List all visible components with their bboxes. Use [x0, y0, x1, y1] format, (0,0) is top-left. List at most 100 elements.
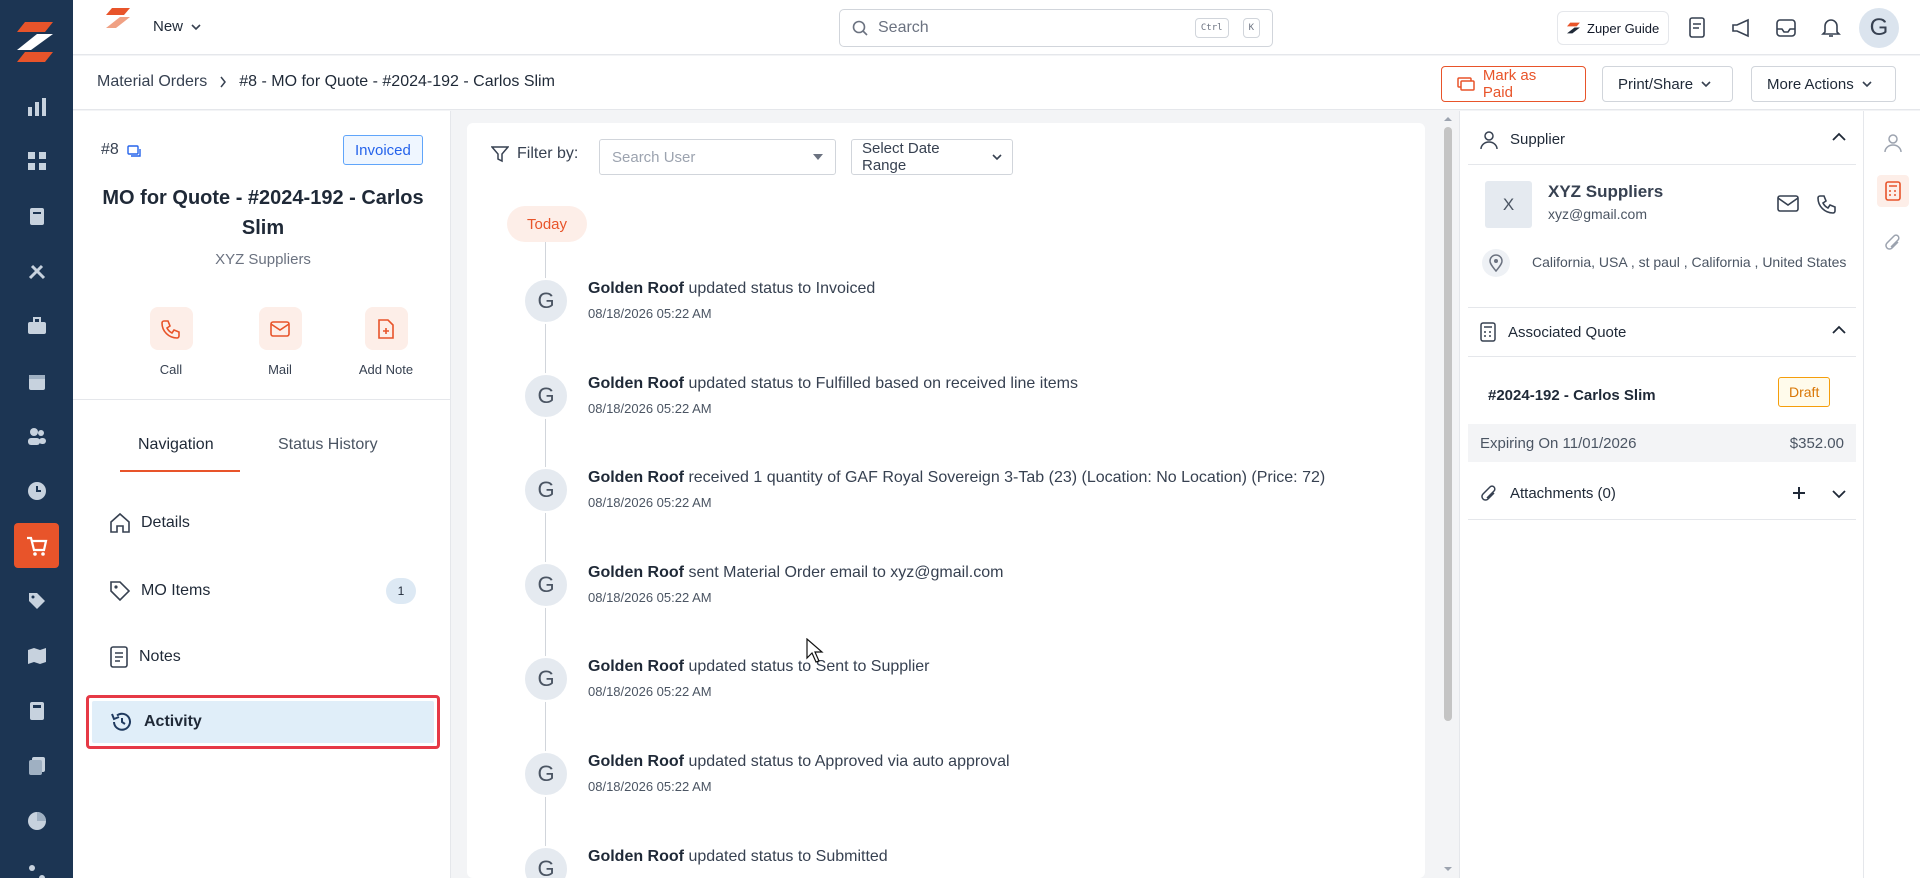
calendar-icon[interactable]: [22, 366, 52, 396]
print-share-button[interactable]: Print/Share: [1602, 66, 1733, 102]
scroll-up-arrow-icon[interactable]: [1440, 114, 1456, 124]
nav-item-mo-items[interactable]: MO Items 1: [85, 563, 442, 619]
date-range-label: Select Date Range: [862, 140, 940, 174]
user-avatar[interactable]: G: [1859, 8, 1899, 48]
quote-expiry: Expiring On 11/01/2026: [1480, 434, 1637, 452]
map-icon[interactable]: [22, 641, 52, 671]
activity-text: updated status to Approved via auto appr…: [688, 753, 1010, 770]
supplier-section-header[interactable]: Supplier: [1468, 115, 1856, 165]
print-share-label: Print/Share: [1618, 75, 1694, 93]
activity-avatar: G: [523, 751, 569, 797]
nav-item-details[interactable]: Details: [85, 495, 442, 551]
person-tab-icon[interactable]: [1877, 127, 1909, 159]
customers-icon[interactable]: [22, 421, 52, 451]
calculator-tab-icon[interactable]: [1877, 175, 1909, 207]
timesheet-icon[interactable]: [22, 476, 52, 506]
activity-actor[interactable]: Golden Roof: [588, 469, 684, 486]
location-pin-icon: [1482, 249, 1510, 277]
activity-actor[interactable]: Golden Roof: [588, 280, 684, 297]
global-search[interactable]: Search Ctrl K: [839, 9, 1273, 47]
guide-label: Zuper Guide: [1587, 20, 1660, 36]
inbox-icon[interactable]: [1772, 14, 1800, 42]
activity-actor[interactable]: Golden Roof: [588, 375, 684, 392]
filter-icon: [491, 146, 509, 163]
quote-number[interactable]: #2024-192 - Carlos Slim: [1488, 387, 1656, 404]
calculator-icon[interactable]: [22, 696, 52, 726]
chevron-right-icon: [220, 76, 227, 88]
mark-as-paid-button[interactable]: Mark as Paid: [1441, 66, 1586, 102]
associated-quote-header-label: Associated Quote: [1508, 323, 1627, 341]
add-note-label: Add Note: [358, 362, 414, 377]
zuper-logo[interactable]: [17, 20, 57, 62]
jobs-icon[interactable]: [22, 201, 52, 231]
activity-time: 08/18/2026 05:22 AM: [588, 495, 712, 510]
tab-navigation[interactable]: Navigation: [138, 436, 214, 454]
cash-icon: [1457, 77, 1475, 91]
activity-avatar: G: [523, 467, 569, 513]
chevron-up-icon[interactable]: [1832, 325, 1846, 335]
chevron-down-icon: [1862, 81, 1872, 88]
date-range-select[interactable]: Select Date Range: [851, 139, 1013, 175]
activity-avatar: G: [523, 656, 569, 702]
scrollbar-thumb[interactable]: [1444, 127, 1452, 721]
search-placeholder: Search: [878, 19, 929, 36]
app-rail: [0, 0, 73, 878]
workflow-icon[interactable]: [22, 858, 52, 878]
order-title: MO for Quote - #2024-192 - Carlos Slim: [102, 187, 424, 239]
filter-label: Filter by:: [491, 145, 578, 163]
mail-icon: [270, 320, 290, 337]
chevron-down-icon[interactable]: [1832, 489, 1846, 499]
caret-down-icon: [813, 154, 823, 160]
details-sidebar: Supplier X XYZ Suppliers xyz@gmail.com C…: [1459, 111, 1863, 878]
date-group-badge: Today: [507, 206, 587, 242]
activity-actor[interactable]: Golden Roof: [588, 564, 684, 581]
attachments-header-label: Attachments (0): [1510, 485, 1616, 502]
copy-icon[interactable]: [127, 143, 141, 157]
dashboard-icon[interactable]: [22, 146, 52, 176]
nav-mo-items-label: MO Items: [141, 582, 211, 599]
search-user-select[interactable]: Search User: [599, 139, 836, 175]
phone-icon[interactable]: [1817, 194, 1837, 214]
document-icon: [110, 646, 128, 668]
zuper-guide-button[interactable]: Zuper Guide: [1557, 11, 1670, 45]
analytics-icon[interactable]: [22, 806, 52, 836]
new-dropdown[interactable]: New: [153, 18, 201, 35]
mail-action[interactable]: Mail: [235, 307, 325, 377]
price-tag-icon[interactable]: [22, 586, 52, 616]
nav-details-label: Details: [141, 514, 190, 531]
feed-scrollbar[interactable]: [1440, 111, 1456, 878]
order-number: #8: [101, 141, 141, 159]
chevron-up-icon[interactable]: [1832, 132, 1846, 142]
cart-icon[interactable]: [14, 523, 59, 568]
search-icon: [852, 20, 868, 36]
add-note-action[interactable]: Add Note: [341, 307, 431, 377]
activity-item: G Golden Roof sent Material Order email …: [523, 562, 1403, 612]
activity-text: updated status to Invoiced: [688, 280, 876, 297]
megaphone-icon[interactable]: [1728, 14, 1756, 42]
paperclip-tab-icon[interactable]: [1877, 227, 1909, 259]
chevron-down-icon: [992, 154, 1002, 161]
nav-item-activity[interactable]: Activity: [86, 695, 440, 749]
bell-icon[interactable]: [1817, 14, 1845, 42]
tasks-icon[interactable]: [1684, 14, 1712, 42]
plus-icon[interactable]: [1792, 486, 1806, 500]
tools-icon[interactable]: [22, 256, 52, 286]
call-action[interactable]: Call: [126, 307, 216, 377]
reports-icon[interactable]: [22, 92, 52, 122]
activity-actor[interactable]: Golden Roof: [588, 753, 684, 770]
mo-items-count: 1: [386, 578, 416, 604]
documents-icon[interactable]: [22, 751, 52, 781]
breadcrumb-parent[interactable]: Material Orders: [97, 73, 207, 91]
activity-actor[interactable]: Golden Roof: [588, 848, 684, 865]
new-label: New: [153, 18, 184, 35]
more-actions-button[interactable]: More Actions: [1751, 66, 1896, 102]
email-icon[interactable]: [1777, 195, 1799, 213]
tab-status-history[interactable]: Status History: [278, 436, 378, 454]
status-badge: Invoiced: [343, 135, 423, 165]
associated-quote-section-header[interactable]: Associated Quote: [1468, 307, 1856, 357]
attachments-section-header[interactable]: Attachments (0): [1468, 468, 1856, 520]
nav-item-notes[interactable]: Notes: [85, 629, 442, 685]
scroll-down-arrow-icon[interactable]: [1440, 864, 1456, 874]
activity-actor[interactable]: Golden Roof: [588, 658, 684, 675]
briefcase-icon[interactable]: [22, 311, 52, 341]
